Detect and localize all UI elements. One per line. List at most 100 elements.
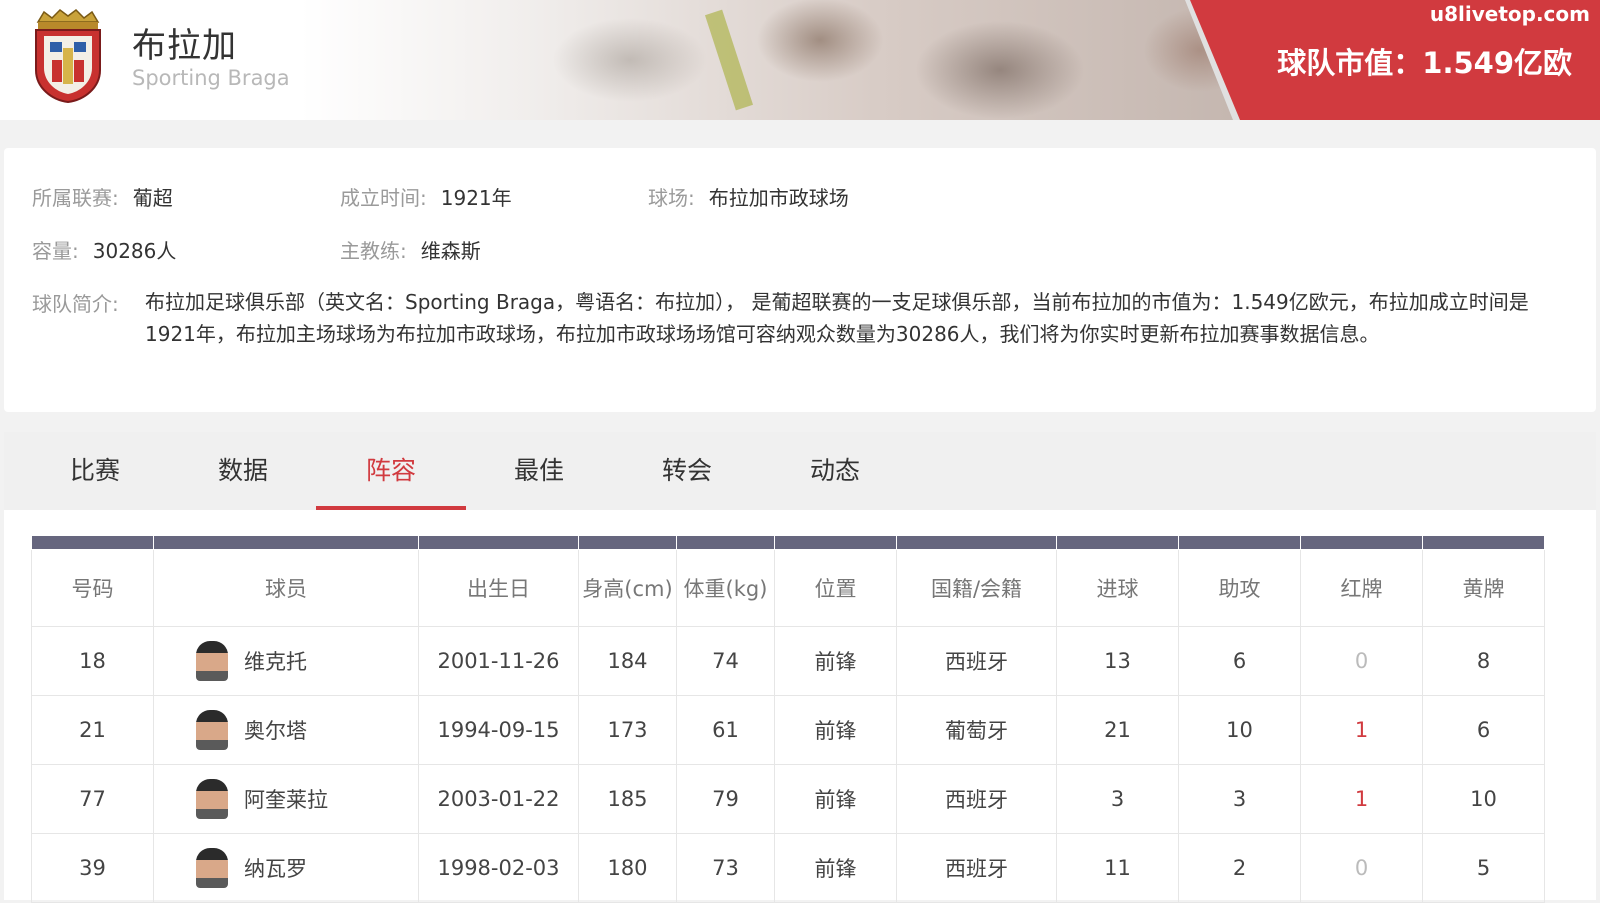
col-header-yellow-cards[interactable]: 黄牌	[1422, 549, 1545, 627]
league-field: 所属联赛: 葡超	[32, 182, 173, 211]
site-watermark: u8livetop.com	[1429, 2, 1590, 26]
stadium-value: 布拉加市政球场	[708, 186, 849, 210]
col-header-assists[interactable]: 助攻	[1178, 549, 1301, 627]
player-assists: 2	[1178, 833, 1301, 903]
team-tabs: 比赛 数据 阵容 最佳 转会 动态	[4, 432, 1596, 510]
col-header-player[interactable]: 球员	[153, 549, 419, 627]
player-assists: 10	[1178, 695, 1301, 765]
roster-table: 号码 球员 出生日 身高(cm) 体重(kg) 位置 国籍/会籍 进球 助攻 红…	[31, 536, 1545, 903]
player-birth: 1994-09-15	[418, 695, 579, 765]
player-nationality: 葡萄牙	[896, 695, 1057, 765]
team-crest-logo	[35, 9, 101, 104]
coach-value: 维森斯	[420, 239, 481, 263]
player-name[interactable]: 纳瓦罗	[244, 857, 307, 881]
player-weight: 61	[676, 695, 775, 765]
capacity-field: 容量: 30286人	[32, 235, 176, 264]
player-birth: 1998-02-03	[418, 833, 579, 903]
stadium-label: 球场:	[648, 186, 695, 210]
roster-section: 号码 球员 出生日 身高(cm) 体重(kg) 位置 国籍/会籍 进球 助攻 红…	[4, 510, 1596, 903]
capacity-label: 容量:	[32, 239, 79, 263]
table-row[interactable]: 77 阿奎莱拉 2003-01-22 185 79 前锋 西班牙 3 3 1 1…	[31, 764, 1545, 834]
table-row[interactable]: 39 纳瓦罗 1998-02-03 180 73 前锋 西班牙 11 2 0 5	[31, 833, 1545, 903]
table-row[interactable]: 18 维克托 2001-11-26 184 74 前锋 西班牙 13 6 0 8	[31, 626, 1545, 696]
intro-label: 球队简介:	[32, 292, 119, 316]
team-name-english: Sporting Braga	[132, 66, 290, 90]
table-header-bar	[31, 536, 1545, 550]
player-birth: 2003-01-22	[418, 764, 579, 834]
col-header-nationality[interactable]: 国籍/会籍	[896, 549, 1057, 627]
player-cell[interactable]: 奥尔塔	[153, 695, 419, 765]
header-banner-photo	[300, 0, 1260, 120]
player-cell[interactable]: 维克托	[153, 626, 419, 696]
col-header-number[interactable]: 号码	[31, 549, 154, 627]
player-goals: 13	[1056, 626, 1179, 696]
player-weight: 73	[676, 833, 775, 903]
col-header-birth[interactable]: 出生日	[418, 549, 579, 627]
player-avatar[interactable]	[196, 641, 228, 681]
player-yellow-cards: 5	[1422, 833, 1545, 903]
tab-stats[interactable]: 数据	[168, 432, 318, 510]
player-assists: 6	[1178, 626, 1301, 696]
market-value-panel: u8livetop.com 球队市值：1.549亿欧	[1190, 0, 1600, 120]
player-nationality: 西班牙	[896, 626, 1057, 696]
player-avatar[interactable]	[196, 779, 228, 819]
founded-label: 成立时间:	[340, 186, 427, 210]
col-header-height[interactable]: 身高(cm)	[578, 549, 677, 627]
player-goals: 21	[1056, 695, 1179, 765]
player-avatar[interactable]	[196, 848, 228, 888]
player-name[interactable]: 阿奎莱拉	[244, 788, 328, 812]
player-cell[interactable]: 阿奎莱拉	[153, 764, 419, 834]
player-position: 前锋	[774, 833, 897, 903]
col-header-weight[interactable]: 体重(kg)	[676, 549, 775, 627]
player-yellow-cards: 6	[1422, 695, 1545, 765]
coach-field: 主教练: 维森斯	[340, 235, 481, 264]
tab-best[interactable]: 最佳	[464, 432, 614, 510]
col-header-position[interactable]: 位置	[774, 549, 897, 627]
founded-field: 成立时间: 1921年	[340, 182, 512, 211]
player-position: 前锋	[774, 695, 897, 765]
player-red-cards: 0	[1300, 626, 1423, 696]
table-row[interactable]: 21 奥尔塔 1994-09-15 173 61 前锋 葡萄牙 21 10 1 …	[31, 695, 1545, 765]
player-goals: 11	[1056, 833, 1179, 903]
player-height: 173	[578, 695, 677, 765]
player-position: 前锋	[774, 626, 897, 696]
tab-transfers[interactable]: 转会	[612, 432, 762, 510]
player-nationality: 西班牙	[896, 833, 1057, 903]
player-position: 前锋	[774, 764, 897, 834]
player-height: 180	[578, 833, 677, 903]
capacity-value: 30286人	[92, 239, 177, 263]
table-header-row: 号码 球员 出生日 身高(cm) 体重(kg) 位置 国籍/会籍 进球 助攻 红…	[31, 549, 1545, 627]
player-yellow-cards: 8	[1422, 626, 1545, 696]
tab-matches[interactable]: 比赛	[20, 432, 170, 510]
stadium-field: 球场: 布拉加市政球场	[648, 182, 849, 211]
league-value: 葡超	[132, 186, 173, 210]
player-number: 39	[31, 833, 154, 903]
player-height: 184	[578, 626, 677, 696]
player-assists: 3	[1178, 764, 1301, 834]
team-intro-text: 布拉加足球俱乐部（英文名：Sporting Braga，粤语名：布拉加）， 是葡…	[145, 290, 1529, 346]
player-goals: 3	[1056, 764, 1179, 834]
player-name[interactable]: 维克托	[244, 650, 307, 674]
player-birth: 2001-11-26	[418, 626, 579, 696]
col-header-goals[interactable]: 进球	[1056, 549, 1179, 627]
team-info-card: 所属联赛: 葡超 成立时间: 1921年 球场: 布拉加市政球场 容量: 30286人 …	[4, 148, 1596, 412]
player-height: 185	[578, 764, 677, 834]
coach-label: 主教练:	[340, 239, 407, 263]
player-cell[interactable]: 纳瓦罗	[153, 833, 419, 903]
player-number: 77	[31, 764, 154, 834]
team-market-value: 球队市值：1.549亿欧	[1277, 46, 1572, 80]
tab-roster[interactable]: 阵容	[316, 432, 466, 510]
league-label: 所属联赛:	[32, 186, 119, 210]
player-name[interactable]: 奥尔塔	[244, 719, 307, 743]
player-weight: 74	[676, 626, 775, 696]
player-red-cards: 1	[1300, 764, 1423, 834]
player-avatar[interactable]	[196, 710, 228, 750]
col-header-red-cards[interactable]: 红牌	[1300, 549, 1423, 627]
player-number: 18	[31, 626, 154, 696]
founded-value: 1921年	[440, 186, 512, 210]
tab-news[interactable]: 动态	[760, 432, 910, 510]
player-number: 21	[31, 695, 154, 765]
player-yellow-cards: 10	[1422, 764, 1545, 834]
player-red-cards: 1	[1300, 695, 1423, 765]
player-weight: 79	[676, 764, 775, 834]
